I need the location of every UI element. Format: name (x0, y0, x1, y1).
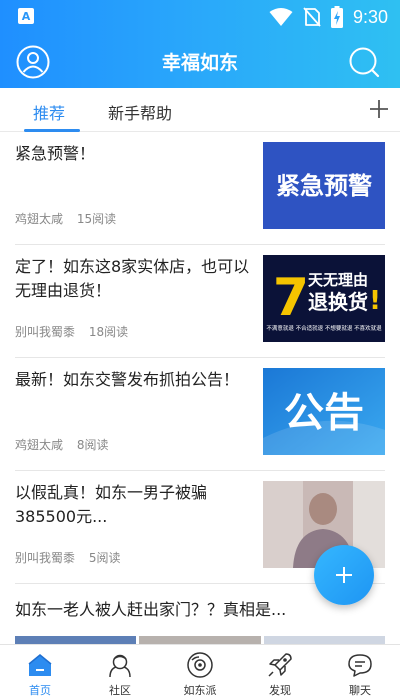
feed-item-meta: 鸡翅太咸 8阅读 (15, 436, 108, 453)
thumb-text: 公告 (284, 390, 364, 436)
tab-beginner-help[interactable]: 新手帮助 (108, 100, 172, 124)
feed-item[interactable]: 紧急预警！ 鸡翅太咸 15阅读 紧急预警 (0, 132, 400, 245)
feed-item-reads: 18阅读 (88, 325, 129, 339)
feed-item-thumbnail: 紧急预警 (263, 142, 385, 229)
plus-icon (336, 567, 352, 583)
nav-label: 如东派 (183, 684, 217, 697)
thumb-big-number: 7 (273, 268, 309, 328)
app-title: 幸福如东 (161, 52, 238, 74)
nav-label: 首页 (29, 684, 51, 697)
feed-item-image-strip (15, 636, 385, 644)
wifi-icon (269, 8, 293, 26)
feed-item-reads: 8阅读 (76, 438, 109, 452)
feed-item-meta: 别叫我蜀黍 5阅读 (15, 549, 120, 566)
search-button[interactable] (348, 46, 380, 78)
feed-item[interactable]: 最新！如东交警发布抓拍公告！ 鸡翅太咸 8阅读 公告 (0, 358, 400, 471)
nav-discover[interactable]: 发现 (240, 645, 320, 700)
plus-icon (370, 100, 388, 118)
thumb-line-2: 退换货 (308, 290, 368, 314)
add-channel-button[interactable] (368, 98, 390, 120)
feed-item-thumbnail: 7 天无理由 退换货 ! 不满意就退 不合适就退 不想要就退 不喜欢就退 (263, 255, 385, 342)
feed-item-author: 别叫我蜀黍 (15, 325, 76, 339)
thumb-exclaim: ! (369, 286, 381, 316)
discover-rocket-icon (268, 653, 292, 677)
category-tabs: 推荐 新手帮助 (0, 88, 400, 132)
rudongpai-icon (187, 652, 213, 678)
home-icon (28, 654, 52, 676)
nav-home[interactable]: 首页 (0, 645, 80, 700)
search-icon (349, 47, 380, 78)
feed-item-meta: 鸡翅太咸 15阅读 (15, 210, 116, 227)
feed-item-reads: 5阅读 (88, 551, 121, 565)
bottom-navigation: 首页 社区 如东派 发现 聊天 (0, 644, 400, 700)
tab-recommend[interactable]: 推荐 (33, 100, 65, 124)
feed-item-author: 鸡翅太咸 (15, 212, 64, 226)
feed-item-title: 紧急预警！ (15, 144, 96, 163)
feed-item-title: 以假乱真！如东一男子被骗385500元... (15, 483, 208, 526)
thumb-small-text: 不满意就退 不合适就退 不想要就退 不喜欢就退 (266, 324, 382, 332)
create-post-button[interactable] (314, 545, 374, 605)
feed-item-title: 最新！如东交警发布抓拍公告！ (15, 370, 240, 389)
feed-item[interactable]: 定了！如东这8家实体店，也可以无理由退货！ 别叫我蜀黍 18阅读 7 天无理由 … (0, 245, 400, 358)
feed-item-reads: 15阅读 (76, 212, 117, 226)
nav-label: 发现 (269, 684, 291, 697)
nav-label: 社区 (109, 684, 131, 697)
status-time: 9:30 (352, 6, 388, 27)
thumb-line-1: 天无理由 (308, 271, 368, 289)
app-notification-icon: A (18, 8, 34, 24)
nav-community[interactable]: 社区 (80, 645, 160, 700)
app-header: 幸福如东 (0, 34, 400, 88)
feed-item-title: 定了！如东这8家实体店，也可以无理由退货！ (15, 257, 250, 300)
feed-item-author: 别叫我蜀黍 (15, 551, 76, 565)
community-icon (109, 654, 131, 678)
chat-icon (348, 654, 372, 677)
app-top-bar: A 9:30 幸福如东 (0, 0, 400, 88)
feed-item-thumbnail: 公告 (263, 368, 385, 455)
nav-label: 聊天 (349, 684, 371, 697)
feed-item-meta: 别叫我蜀黍 18阅读 (15, 323, 128, 340)
feed-item-author: 鸡翅太咸 (15, 438, 64, 452)
thumb-text: 紧急预警 (276, 172, 372, 200)
status-bar: A 9:30 (0, 0, 400, 34)
battery-charging-icon (330, 6, 343, 28)
no-sim-icon (303, 7, 321, 27)
nav-rudongpai[interactable]: 如东派 (160, 645, 240, 700)
nav-chat[interactable]: 聊天 (320, 645, 400, 700)
